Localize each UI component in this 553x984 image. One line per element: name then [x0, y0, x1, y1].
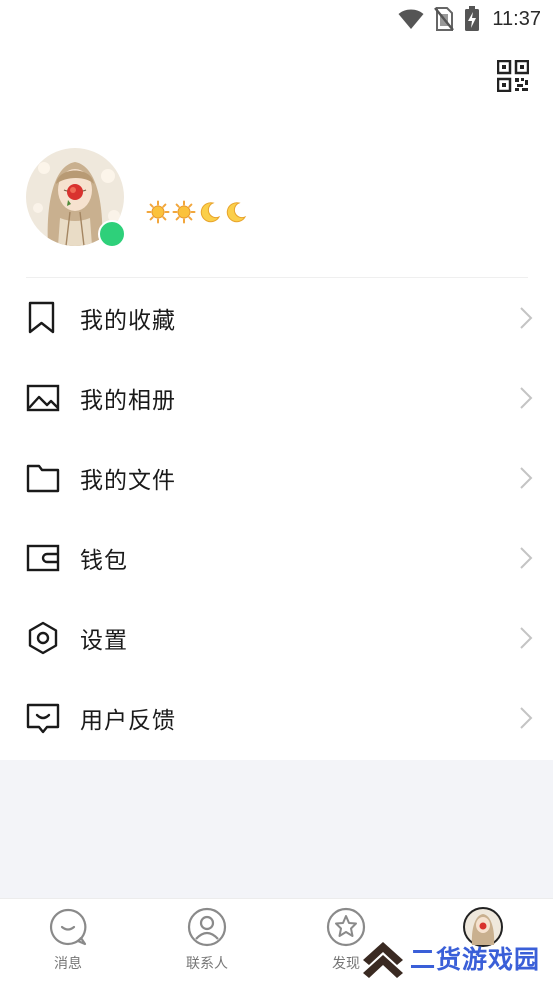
message-icon: [49, 908, 87, 946]
tab-label: 联系人: [186, 956, 228, 972]
moon-icon: [200, 202, 221, 223]
double-chevron-up-icon: [363, 942, 403, 978]
menu-item-label: 钱包: [80, 548, 128, 574]
watermark-text: 二货游戏园: [410, 945, 541, 974]
image-icon: [26, 384, 60, 412]
profile-header: [26, 148, 528, 248]
tab-contacts[interactable]: 联系人: [147, 907, 267, 979]
menu-list: 我的收藏 我的相册 我的文件 钱包 设置 用户反馈: [0, 278, 553, 758]
feedback-icon: [26, 703, 60, 734]
wallet-icon: [26, 544, 60, 572]
online-status-dot: [98, 220, 126, 248]
level-icons: [146, 200, 248, 224]
chevron-right-icon: [520, 467, 533, 489]
moon-icon: [226, 202, 247, 223]
menu-item-label: 我的收藏: [80, 308, 176, 334]
settings-hexagon-icon: [28, 621, 58, 655]
battery-charging-icon: [465, 6, 480, 31]
chevron-right-icon: [520, 307, 533, 329]
tab-label: 消息: [54, 956, 82, 972]
sun-icon: [146, 200, 170, 224]
menu-item-label: 用户反馈: [80, 708, 176, 734]
menu-item-feedback[interactable]: 用户反馈: [0, 678, 553, 758]
folder-icon: [26, 464, 60, 493]
wifi-icon: [398, 9, 424, 29]
watermark: 二货游戏园: [360, 936, 553, 980]
bookmark-icon: [28, 301, 55, 334]
menu-item-wallet[interactable]: 钱包: [0, 518, 553, 598]
status-icons: 11:37: [398, 5, 541, 33]
menu-item-favorites[interactable]: 我的收藏: [0, 278, 553, 358]
menu-item-label: 我的文件: [80, 468, 176, 494]
menu-item-label: 设置: [80, 628, 128, 654]
contacts-icon: [187, 907, 227, 947]
status-bar: 11:37: [0, 0, 553, 38]
menu-item-settings[interactable]: 设置: [0, 598, 553, 678]
chevron-right-icon: [520, 627, 533, 649]
chevron-right-icon: [520, 547, 533, 569]
chevron-right-icon: [520, 707, 533, 729]
qr-code-button[interactable]: [496, 59, 530, 93]
sun-icon: [172, 200, 196, 224]
tab-messages[interactable]: 消息: [8, 907, 128, 979]
menu-item-files[interactable]: 我的文件: [0, 438, 553, 518]
status-time: 11:37: [492, 7, 541, 30]
qr-code-icon: [496, 59, 530, 93]
menu-item-album[interactable]: 我的相册: [0, 358, 553, 438]
menu-item-label: 我的相册: [80, 388, 176, 414]
no-sim-icon: [434, 7, 455, 31]
chevron-right-icon: [520, 387, 533, 409]
empty-area: [0, 760, 553, 898]
